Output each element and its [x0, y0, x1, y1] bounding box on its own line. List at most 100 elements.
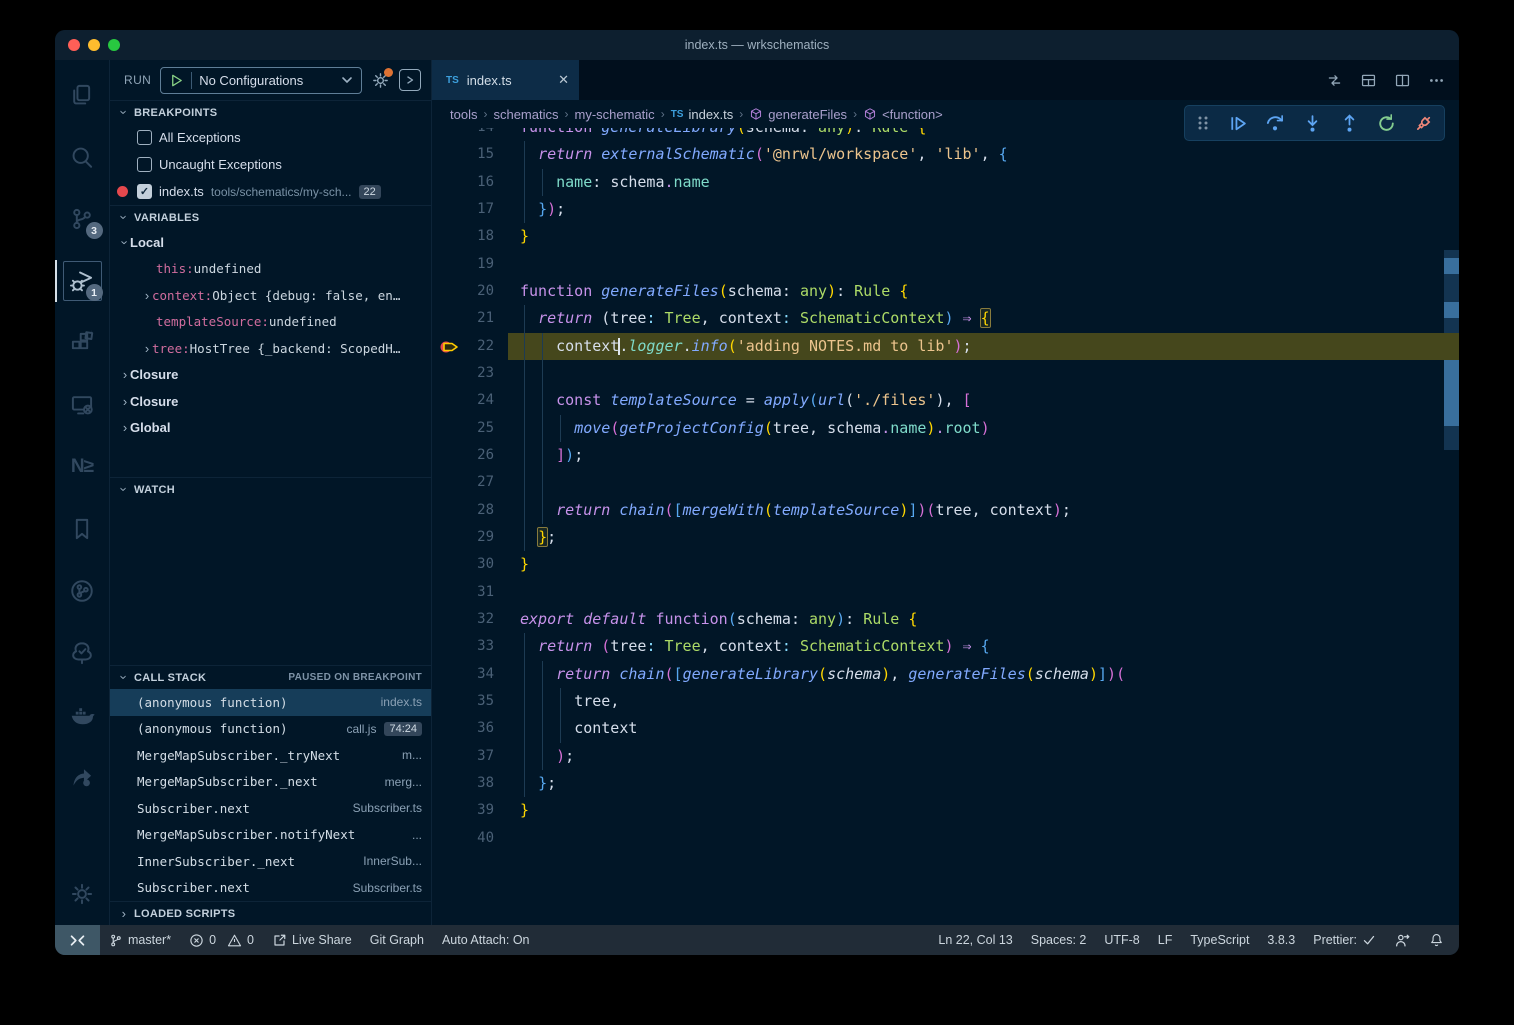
- continue-icon[interactable]: [1227, 113, 1248, 134]
- activity-extensions[interactable]: [55, 312, 110, 374]
- activity-nx-console[interactable]: N≥: [55, 436, 110, 498]
- activity-docker[interactable]: [55, 684, 110, 746]
- code-line[interactable]: 28 return chain([mergeWith(templateSourc…: [432, 497, 1459, 524]
- line-number[interactable]: 37: [432, 743, 494, 770]
- activity-source-control[interactable]: 3: [55, 188, 110, 250]
- start-debug-icon[interactable]: [169, 73, 184, 88]
- call-stack-frame[interactable]: Subscriber.nextSubscriber.ts: [110, 875, 431, 902]
- variable-row[interactable]: ›tree: HostTree {_backend: ScopedH…: [110, 335, 431, 362]
- line-number[interactable]: 30: [432, 551, 494, 578]
- line-number[interactable]: 28: [432, 497, 494, 524]
- line-number[interactable]: 16: [432, 169, 494, 196]
- activity-git-graph[interactable]: [55, 560, 110, 622]
- breakpoint-row[interactable]: Uncaught Exceptions: [110, 151, 431, 178]
- section-header-variables[interactable]: ›VARIABLES: [110, 205, 431, 229]
- step-over-icon[interactable]: [1264, 112, 1286, 134]
- code-line[interactable]: 29 };: [432, 524, 1459, 551]
- code-line[interactable]: 33 return (tree: Tree, context: Schemati…: [432, 633, 1459, 660]
- line-number[interactable]: 18: [432, 223, 494, 250]
- section-header-call-stack[interactable]: ›CALL STACKPAUSED ON BREAKPOINT: [110, 665, 431, 689]
- step-into-icon[interactable]: [1302, 113, 1323, 134]
- more-actions-icon[interactable]: [1428, 72, 1445, 89]
- code-line[interactable]: 26 ]);: [432, 442, 1459, 469]
- breadcrumb-item-indexts[interactable]: TSindex.ts: [671, 107, 734, 122]
- line-number[interactable]: 31: [432, 579, 494, 606]
- line-number[interactable]: 29: [432, 524, 494, 551]
- auto-attach-status[interactable]: Auto Attach: On: [433, 925, 539, 955]
- launch-config-dropdown[interactable]: No Configurations: [160, 67, 362, 94]
- eol[interactable]: LF: [1149, 925, 1182, 955]
- line-number[interactable]: 26: [432, 442, 494, 469]
- remote-indicator[interactable]: [55, 925, 100, 955]
- code-line[interactable]: 19: [432, 251, 1459, 278]
- problems-status[interactable]: 00: [180, 925, 263, 955]
- notifications-bell[interactable]: [1420, 925, 1453, 955]
- line-number[interactable]: 21: [432, 305, 494, 332]
- activity-project-share[interactable]: [55, 746, 110, 808]
- line-number[interactable]: 17: [432, 196, 494, 223]
- line-number[interactable]: 33: [432, 633, 494, 660]
- breakpoint-checkbox[interactable]: ✓: [137, 184, 152, 199]
- activity-test-explorer[interactable]: [55, 622, 110, 684]
- live-share-status[interactable]: Live Share: [263, 925, 361, 955]
- breakpoint-checkbox[interactable]: [137, 130, 152, 145]
- breadcrumb-item-generateFiles[interactable]: generateFiles: [749, 107, 847, 122]
- section-header-loaded-scripts[interactable]: ›LOADED SCRIPTS: [110, 901, 431, 925]
- breadcrumb-item-function[interactable]: <function>: [863, 107, 943, 122]
- call-stack-frame[interactable]: MergeMapSubscriber.notifyNext...: [110, 822, 431, 849]
- line-number[interactable]: 35: [432, 688, 494, 715]
- breakpoint-row[interactable]: ✓index.tstools/schematics/my-sch...22: [110, 178, 431, 205]
- code-line[interactable]: 34 return chain([generateLibrary(schema)…: [432, 661, 1459, 688]
- close-tab-icon[interactable]: ✕: [558, 72, 569, 88]
- feedback[interactable]: [1385, 925, 1420, 955]
- cursor-position[interactable]: Ln 22, Col 13: [929, 925, 1021, 955]
- variable-row[interactable]: ›Closure: [110, 388, 431, 415]
- section-header-watch[interactable]: ›WATCH: [110, 477, 431, 501]
- line-number[interactable]: 19: [432, 251, 494, 278]
- code-line[interactable]: 20function generateFiles(schema: any): R…: [432, 278, 1459, 305]
- maximize-window-icon[interactable]: [108, 39, 120, 51]
- call-stack-frame[interactable]: (anonymous function)index.ts: [110, 689, 431, 716]
- code-line[interactable]: 30}: [432, 551, 1459, 578]
- restart-icon[interactable]: [1376, 113, 1397, 134]
- line-number[interactable]: 14: [432, 128, 494, 141]
- breakpoint-checkbox[interactable]: [137, 157, 152, 172]
- code-line[interactable]: 37 );: [432, 743, 1459, 770]
- activity-remote-explorer[interactable]: [55, 374, 110, 436]
- variable-row[interactable]: ›Closure: [110, 362, 431, 389]
- language-mode[interactable]: TypeScript: [1181, 925, 1258, 955]
- line-number[interactable]: 40: [432, 825, 494, 852]
- call-stack-frame[interactable]: Subscriber.nextSubscriber.ts: [110, 795, 431, 822]
- line-number[interactable]: 20: [432, 278, 494, 305]
- prettier-status[interactable]: Prettier:: [1304, 925, 1385, 955]
- line-number[interactable]: 23: [432, 360, 494, 387]
- variable-row[interactable]: ›Global: [110, 415, 431, 442]
- breadcrumb-item-myschematic[interactable]: my-schematic: [575, 107, 655, 122]
- code-line[interactable]: 18}: [432, 223, 1459, 250]
- activity-settings[interactable]: [55, 863, 110, 925]
- code-editor[interactable]: 14function generateLibrary(schema: any):…: [432, 128, 1459, 925]
- line-number[interactable]: 15: [432, 141, 494, 168]
- line-number[interactable]: 36: [432, 715, 494, 742]
- code-line[interactable]: 31: [432, 579, 1459, 606]
- configure-gear-icon[interactable]: [371, 71, 390, 90]
- minimize-window-icon[interactable]: [88, 39, 100, 51]
- variable-row[interactable]: this: undefined: [110, 256, 431, 283]
- close-window-icon[interactable]: [68, 39, 80, 51]
- code-line[interactable]: 40: [432, 825, 1459, 852]
- section-header-breakpoints[interactable]: ›BREAKPOINTS: [110, 100, 431, 124]
- code-line[interactable]: 27: [432, 469, 1459, 496]
- code-line[interactable]: 23: [432, 360, 1459, 387]
- breakpoint-row[interactable]: All Exceptions: [110, 124, 431, 151]
- disconnect-icon[interactable]: [1413, 113, 1434, 134]
- call-stack-frame[interactable]: (anonymous function)call.js74:24: [110, 716, 431, 743]
- activity-explorer[interactable]: [55, 64, 110, 126]
- git-graph-status[interactable]: Git Graph: [361, 925, 433, 955]
- split-editor-icon[interactable]: [1394, 72, 1411, 89]
- line-number[interactable]: 39: [432, 797, 494, 824]
- line-number[interactable]: 34: [432, 661, 494, 688]
- tab-index-ts[interactable]: TS index.ts ✕: [432, 60, 579, 100]
- code-line[interactable]: 21 return (tree: Tree, context: Schemati…: [432, 305, 1459, 332]
- variable-row[interactable]: ›context: Object {debug: false, en…: [110, 282, 431, 309]
- ts-version[interactable]: 3.8.3: [1258, 925, 1304, 955]
